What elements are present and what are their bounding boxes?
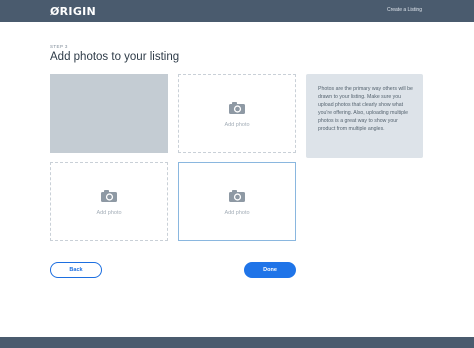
photo-slot-filled[interactable] [50, 74, 168, 153]
photo-slot-empty[interactable]: Add photo [178, 74, 296, 153]
back-button[interactable]: Back [50, 262, 102, 278]
photo-slot-selected[interactable]: Add photo [178, 162, 296, 241]
add-photo-label: Add photo [96, 210, 122, 216]
tip-text: Photos are the primary way others will b… [318, 86, 413, 132]
photo-slot-empty[interactable]: Add photo [50, 162, 168, 241]
camera-icon [100, 189, 118, 203]
page-title: Add photos to your listing [50, 51, 180, 63]
add-photo-label: Add photo [224, 122, 250, 128]
step-label: STEP 3 [50, 44, 68, 49]
done-button[interactable]: Done [244, 262, 296, 278]
camera-icon [228, 189, 246, 203]
camera-icon [228, 101, 246, 115]
create-listing-link[interactable]: Create a Listing [387, 7, 422, 13]
origin-logo[interactable]: ØRIGIN [50, 5, 96, 18]
footer-bar [0, 337, 474, 348]
photo-tip-panel: Photos are the primary way others will b… [306, 74, 423, 158]
add-photo-label: Add photo [224, 210, 250, 216]
top-navigation-bar: ØRIGIN Create a Listing [0, 0, 474, 22]
